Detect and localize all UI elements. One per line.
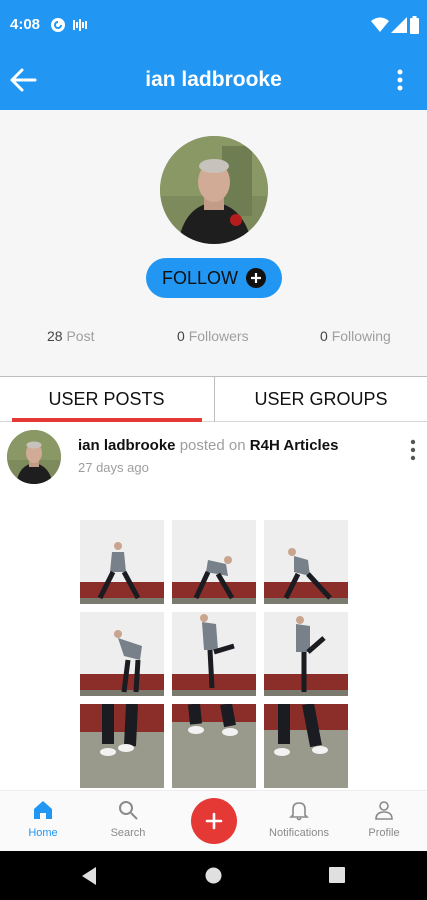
bell-icon [289,802,309,821]
home-icon [34,801,52,819]
nav-notifications[interactable]: Notifications [259,799,339,839]
status-bar: 4:08 [0,0,427,50]
system-home-icon[interactable] [205,867,222,884]
page-title: ian ladbrooke [145,68,282,91]
stat-followers-count: 0 [177,328,185,344]
nav-home-label: Home [28,827,58,839]
posted-on-text: posted on [179,437,246,454]
follow-button[interactable]: FOLLOW [146,258,282,298]
post-image[interactable] [80,520,164,604]
post-header: ian ladbrooke posted on R4H Articles 27 … [0,422,427,498]
profile-avatar [160,136,268,244]
post-group-name[interactable]: R4H Articles [250,437,339,454]
post-image[interactable] [264,704,348,788]
nav-profile[interactable]: Profile [344,799,424,839]
nav-search[interactable]: Search [88,799,168,839]
pocket-casts-icon [51,18,65,32]
post-image[interactable] [264,612,348,696]
post-timestamp: 27 days ago [78,460,149,475]
profile-header: FOLLOW 28 Post 0 Followers 0 Following [0,110,427,376]
post-author-avatar[interactable] [7,430,61,484]
stat-following-label: Following [331,328,391,344]
stat-following[interactable]: 0 Following [320,328,391,344]
post-image-grid[interactable] [80,520,348,788]
app-bar: ian ladbrooke [0,50,427,110]
post-attribution: ian ladbrooke posted on R4H Articles [78,437,338,454]
post-image[interactable] [80,612,164,696]
system-recents-icon[interactable] [329,867,345,883]
nav-profile-label: Profile [368,827,400,839]
add-circle-icon [246,268,266,288]
stat-posts-label: Post [66,328,95,344]
follow-label: FOLLOW [161,267,238,288]
stat-following-count: 0 [320,328,328,344]
post-image[interactable] [264,520,348,604]
post-image[interactable] [172,704,256,788]
more-vert-icon[interactable] [390,66,410,94]
add-post-button[interactable] [191,798,237,844]
wifi-icon [371,17,389,32]
post-image[interactable] [172,612,256,696]
add-icon [205,812,223,830]
tab-user-groups[interactable]: USER GROUPS [214,377,427,422]
stat-followers[interactable]: 0 Followers [177,328,249,344]
sync-icon [73,19,87,31]
arrow-back-icon[interactable] [8,65,38,95]
status-time: 4:08 [10,16,41,33]
search-icon [119,801,138,820]
bottom-nav: Home Search Notifications Profile [0,790,427,851]
battery-icon [410,16,419,34]
signal-icon [391,17,407,33]
person-icon [375,801,393,820]
system-back-icon[interactable] [80,866,98,886]
nav-home[interactable]: Home [3,799,83,839]
post-image[interactable] [172,520,256,604]
system-nav-bar [0,851,427,900]
stat-followers-label: Followers [188,328,249,344]
nav-notifications-label: Notifications [269,827,329,839]
nav-search-label: Search [110,827,146,839]
stat-posts[interactable]: 28 Post [47,328,94,344]
tab-user-posts[interactable]: USER POSTS [0,377,213,422]
post-author-name[interactable]: ian ladbrooke [78,437,176,454]
profile-tabs: USER POSTS USER GROUPS [0,376,427,422]
stat-posts-count: 28 [47,328,63,344]
post-image[interactable] [80,704,164,788]
post-more-vert-icon[interactable] [405,438,421,462]
